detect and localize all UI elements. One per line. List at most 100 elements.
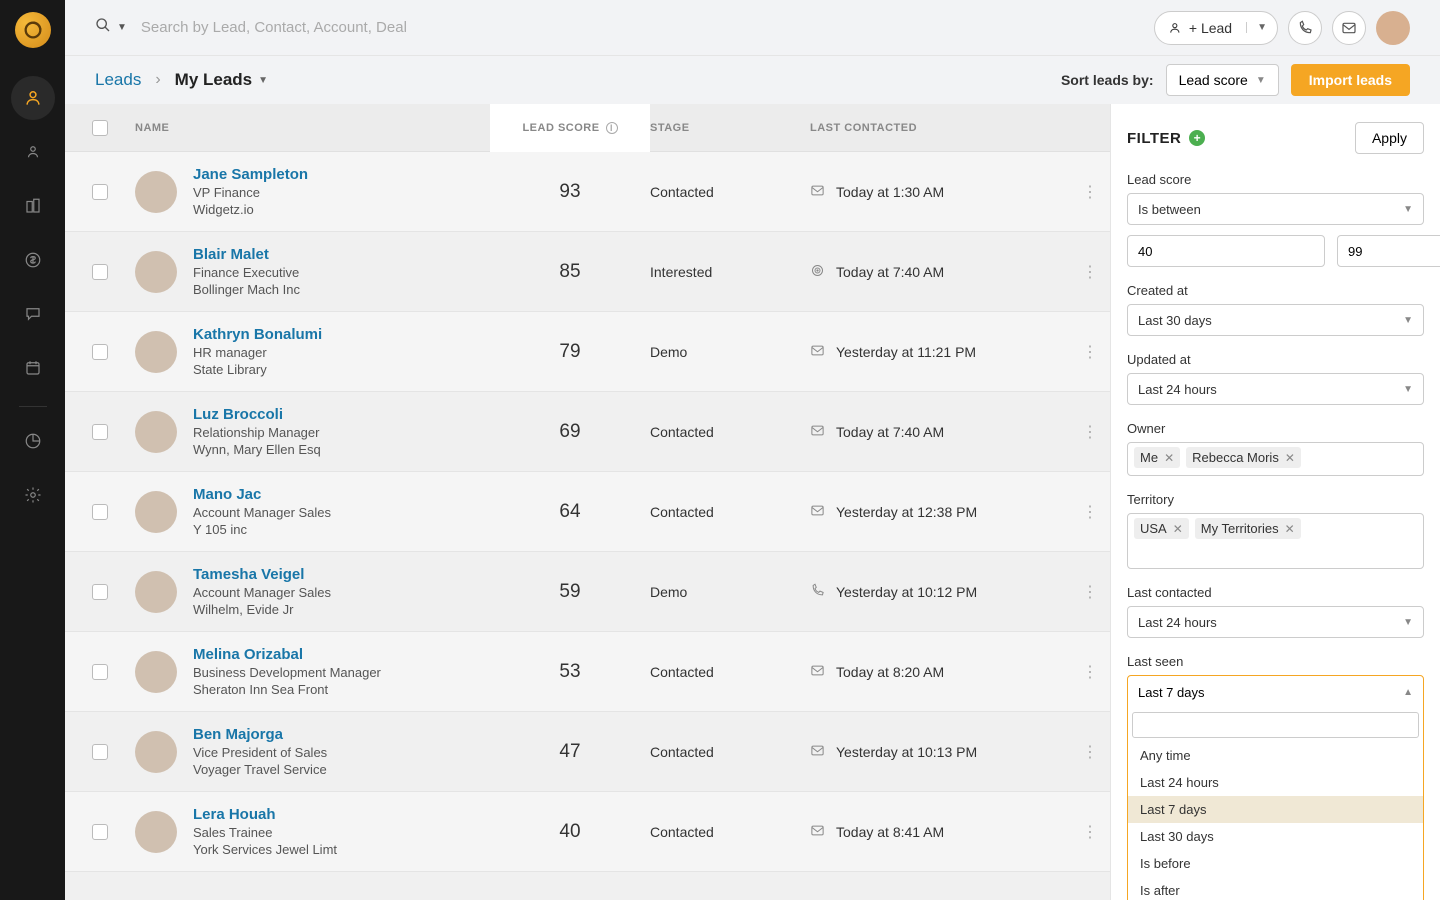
select-all-checkbox[interactable] bbox=[92, 120, 108, 136]
sort-select[interactable]: Lead score ▼ bbox=[1166, 64, 1279, 96]
lead-name-link[interactable]: Kathryn Bonalumi bbox=[193, 326, 322, 343]
row-checkbox[interactable] bbox=[92, 664, 108, 680]
nav-contacts-icon[interactable] bbox=[11, 130, 55, 174]
territory-tagbox[interactable]: USA✕My Territories✕ bbox=[1127, 513, 1424, 569]
row-checkbox[interactable] bbox=[92, 184, 108, 200]
filter-title: FILTER bbox=[1127, 130, 1181, 147]
sort-value: Lead score bbox=[1179, 72, 1248, 88]
owner-tagbox[interactable]: Me✕Rebecca Moris✕ bbox=[1127, 442, 1424, 476]
nav-leads-icon[interactable] bbox=[11, 76, 55, 120]
lead-avatar[interactable] bbox=[135, 571, 177, 613]
subheader: Leads › My Leads ▼ Sort leads by: Lead s… bbox=[65, 56, 1440, 104]
row-menu-button[interactable]: ⋮ bbox=[1070, 422, 1110, 442]
lead-avatar[interactable] bbox=[135, 171, 177, 213]
lead-company: Wilhelm, Evide Jr bbox=[193, 602, 331, 617]
add-filter-button[interactable]: + bbox=[1189, 130, 1205, 146]
col-last-contacted[interactable]: LAST CONTACTED bbox=[810, 122, 1070, 134]
last-contacted-select[interactable]: Last 24 hours▼ bbox=[1127, 606, 1424, 638]
last-seen-dropdown[interactable]: Last 7 days ▲ Any timeLast 24 hoursLast … bbox=[1127, 675, 1424, 900]
row-menu-button[interactable]: ⋮ bbox=[1070, 262, 1110, 282]
row-menu-button[interactable]: ⋮ bbox=[1070, 662, 1110, 682]
table-row: Lera Houah Sales Trainee York Services J… bbox=[65, 792, 1110, 872]
col-score[interactable]: LEAD SCORE i bbox=[490, 104, 650, 152]
breadcrumb-root[interactable]: Leads bbox=[95, 70, 141, 90]
lead-name-link[interactable]: Lera Houah bbox=[193, 806, 337, 823]
dropdown-option[interactable]: Last 7 days bbox=[1128, 796, 1423, 823]
dropdown-option[interactable]: Is after bbox=[1128, 877, 1423, 900]
remove-tag-icon[interactable]: ✕ bbox=[1285, 522, 1295, 536]
app-logo[interactable] bbox=[15, 12, 51, 48]
dropdown-option[interactable]: Last 24 hours bbox=[1128, 769, 1423, 796]
nav-settings-icon[interactable] bbox=[11, 473, 55, 517]
row-checkbox[interactable] bbox=[92, 824, 108, 840]
lead-score-min-input[interactable] bbox=[1127, 235, 1325, 267]
user-avatar[interactable] bbox=[1376, 11, 1410, 45]
add-lead-button[interactable]: + Lead ▼ bbox=[1154, 11, 1278, 45]
row-menu-button[interactable]: ⋮ bbox=[1070, 742, 1110, 762]
row-checkbox[interactable] bbox=[92, 424, 108, 440]
nav-accounts-icon[interactable] bbox=[11, 184, 55, 228]
breadcrumb-current[interactable]: My Leads ▼ bbox=[175, 70, 268, 90]
lead-title: VP Finance bbox=[193, 185, 308, 200]
lead-name-link[interactable]: Tamesha Veigel bbox=[193, 566, 331, 583]
nav-calendar-icon[interactable] bbox=[11, 346, 55, 390]
dropdown-option[interactable]: Is before bbox=[1128, 850, 1423, 877]
last-seen-search-input[interactable] bbox=[1132, 712, 1419, 738]
created-at-select[interactable]: Last 30 days▼ bbox=[1127, 304, 1424, 336]
col-score-label: LEAD SCORE bbox=[522, 122, 599, 134]
lead-name-link[interactable]: Melina Orizabal bbox=[193, 646, 381, 663]
lead-avatar[interactable] bbox=[135, 731, 177, 773]
dropdown-option[interactable]: Any time bbox=[1128, 742, 1423, 769]
lead-avatar[interactable] bbox=[135, 251, 177, 293]
lead-name-link[interactable]: Jane Sampleton bbox=[193, 166, 308, 183]
search-input[interactable] bbox=[141, 19, 541, 36]
search-icon[interactable] bbox=[95, 17, 111, 38]
lead-title: HR manager bbox=[193, 345, 322, 360]
row-checkbox[interactable] bbox=[92, 584, 108, 600]
updated-at-select[interactable]: Last 24 hours▼ bbox=[1127, 373, 1424, 405]
phone-button[interactable] bbox=[1288, 11, 1322, 45]
lead-score-op-select[interactable]: Is between▼ bbox=[1127, 193, 1424, 225]
info-icon[interactable]: i bbox=[606, 122, 618, 134]
nav-conversations-icon[interactable] bbox=[11, 292, 55, 336]
remove-tag-icon[interactable]: ✕ bbox=[1285, 451, 1295, 465]
row-checkbox[interactable] bbox=[92, 264, 108, 280]
lead-avatar[interactable] bbox=[135, 811, 177, 853]
lead-avatar[interactable] bbox=[135, 411, 177, 453]
row-checkbox[interactable] bbox=[92, 344, 108, 360]
row-menu-button[interactable]: ⋮ bbox=[1070, 822, 1110, 842]
chevron-right-icon: › bbox=[155, 71, 160, 89]
row-menu-button[interactable]: ⋮ bbox=[1070, 582, 1110, 602]
import-leads-button[interactable]: Import leads bbox=[1291, 64, 1410, 96]
row-checkbox[interactable] bbox=[92, 504, 108, 520]
apply-filter-button[interactable]: Apply bbox=[1355, 122, 1424, 154]
col-stage[interactable]: STAGE bbox=[650, 122, 810, 134]
lead-score-max-input[interactable] bbox=[1337, 235, 1440, 267]
nav-deals-icon[interactable] bbox=[11, 238, 55, 282]
remove-tag-icon[interactable]: ✕ bbox=[1164, 451, 1174, 465]
last-contacted-text: Yesterday at 11:21 PM bbox=[836, 344, 976, 360]
row-menu-button[interactable]: ⋮ bbox=[1070, 502, 1110, 522]
mail-button[interactable] bbox=[1332, 11, 1366, 45]
table-row: Blair Malet Finance Executive Bollinger … bbox=[65, 232, 1110, 312]
filter-tag: Rebecca Moris✕ bbox=[1186, 447, 1301, 468]
row-menu-button[interactable]: ⋮ bbox=[1070, 342, 1110, 362]
add-lead-caret[interactable]: ▼ bbox=[1246, 22, 1277, 33]
nav-reports-icon[interactable] bbox=[11, 419, 55, 463]
lead-avatar[interactable] bbox=[135, 331, 177, 373]
lead-name-link[interactable]: Mano Jac bbox=[193, 486, 331, 503]
remove-tag-icon[interactable]: ✕ bbox=[1173, 522, 1183, 536]
lead-name-link[interactable]: Ben Majorga bbox=[193, 726, 327, 743]
lead-avatar[interactable] bbox=[135, 491, 177, 533]
col-name[interactable]: NAME bbox=[135, 122, 490, 134]
search-scope-caret[interactable]: ▼ bbox=[117, 22, 127, 33]
row-checkbox[interactable] bbox=[92, 744, 108, 760]
lead-avatar[interactable] bbox=[135, 651, 177, 693]
mail-icon bbox=[810, 663, 826, 681]
lead-company: Voyager Travel Service bbox=[193, 762, 327, 777]
row-menu-button[interactable]: ⋮ bbox=[1070, 182, 1110, 202]
lead-name-link[interactable]: Blair Malet bbox=[193, 246, 300, 263]
mail-icon bbox=[810, 423, 826, 441]
lead-name-link[interactable]: Luz Broccoli bbox=[193, 406, 321, 423]
dropdown-option[interactable]: Last 30 days bbox=[1128, 823, 1423, 850]
